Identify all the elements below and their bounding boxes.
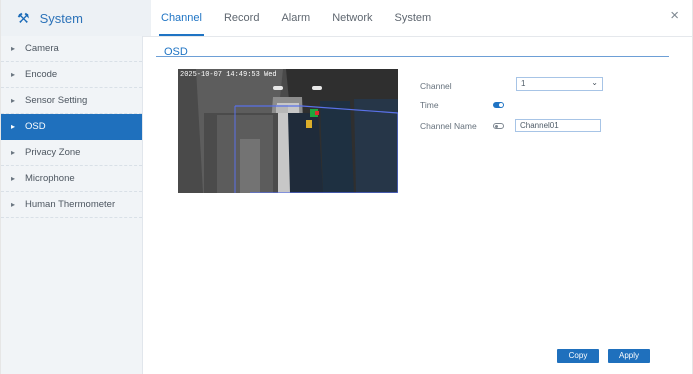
channel-name-input[interactable]: Channel01 [515, 119, 601, 132]
sidebar-item-label: OSD [25, 121, 46, 132]
chevron-right-icon: ▸ [11, 148, 16, 157]
main-tabs: Channel Record Alarm Network System [159, 0, 433, 36]
sidebar-item-label: Camera [25, 43, 59, 54]
toggle-knob [495, 125, 498, 128]
sidebar-item-sensor-setting[interactable]: ▸ Sensor Setting [1, 88, 142, 114]
tab-network[interactable]: Network [330, 0, 374, 36]
sidebar-item-human-thermometer[interactable]: ▸ Human Thermometer [1, 192, 142, 218]
chevron-right-icon: ▸ [11, 70, 16, 79]
chevron-down-icon: ⌄ [591, 78, 598, 87]
time-label: Time [420, 100, 439, 110]
chevron-right-icon: ▸ [11, 200, 16, 209]
sidebar-item-label: Microphone [25, 173, 75, 184]
copy-button[interactable]: Copy [557, 349, 599, 363]
channel-label: Channel [420, 81, 452, 91]
sidebar-item-label: Encode [25, 69, 58, 80]
app-title: System [39, 10, 83, 26]
sidebar: ▸ Camera ▸ Encode ▸ Sensor Setting ▸ OSD… [1, 36, 143, 374]
chevron-right-icon: ▸ [11, 96, 16, 105]
channel-select-value: 1 [521, 79, 526, 88]
tab-channel[interactable]: Channel [159, 0, 204, 36]
sidebar-item-osd[interactable]: ▸ OSD [1, 114, 142, 140]
tab-system[interactable]: System [393, 0, 434, 36]
time-toggle[interactable] [493, 102, 504, 108]
channel-name-toggle[interactable] [493, 123, 504, 129]
tools-icon: ⚒ [17, 10, 30, 26]
sidebar-item-encode[interactable]: ▸ Encode [1, 62, 142, 88]
section-divider [156, 56, 669, 57]
close-icon[interactable]: × [670, 7, 679, 24]
chevron-right-icon: ▸ [11, 44, 16, 53]
main-content: OSD 2025-10-07 14:49:53 Wed Channel 1 ⌄ … [142, 36, 692, 374]
sidebar-item-label: Human Thermometer [25, 199, 116, 210]
toggle-knob [499, 103, 503, 107]
top-header: ⚒ System Channel Record Alarm Network Sy… [1, 0, 692, 37]
channel-name-value: Channel01 [520, 121, 559, 130]
app-brand: ⚒ System [1, 0, 151, 36]
sidebar-item-privacy-zone[interactable]: ▸ Privacy Zone [1, 140, 142, 166]
tab-record[interactable]: Record [222, 0, 261, 36]
sidebar-item-label: Privacy Zone [25, 147, 81, 158]
sidebar-item-microphone[interactable]: ▸ Microphone [1, 166, 142, 192]
channel-name-label: Channel Name [420, 121, 477, 131]
apply-button[interactable]: Apply [608, 349, 650, 363]
preview-osd-text: 2025-10-07 14:49:53 Wed [180, 71, 277, 79]
camera-preview: 2025-10-07 14:49:53 Wed [178, 69, 398, 193]
sidebar-item-label: Sensor Setting [25, 95, 88, 106]
settings-window: ⚒ System Channel Record Alarm Network Sy… [0, 0, 693, 374]
chevron-right-icon: ▸ [11, 174, 16, 183]
camera-preview-image [178, 69, 398, 193]
channel-select[interactable]: 1 ⌄ [516, 77, 603, 91]
tab-alarm[interactable]: Alarm [279, 0, 312, 36]
chevron-right-icon: ▸ [11, 122, 16, 131]
sidebar-item-camera[interactable]: ▸ Camera [1, 36, 142, 62]
